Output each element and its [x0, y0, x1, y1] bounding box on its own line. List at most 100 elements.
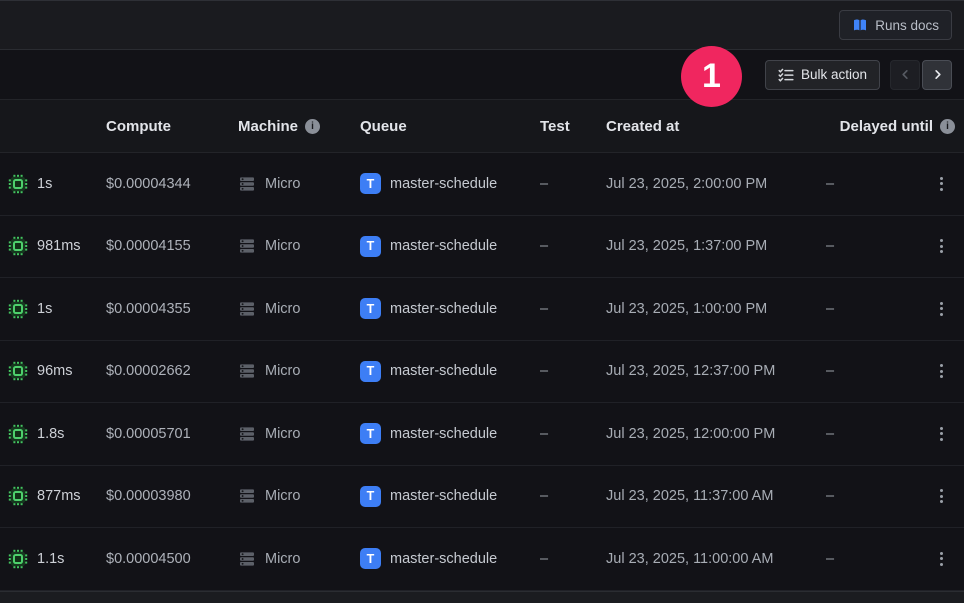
delayed-until-cell: – [826, 301, 918, 317]
machine-value: Micro [265, 488, 300, 504]
queue-cell: T master-schedule [360, 548, 540, 569]
queue-cell: T master-schedule [360, 236, 540, 257]
table-row[interactable]: 1.8s $0.00005701 [0, 403, 964, 466]
test-cell: – [540, 301, 606, 317]
row-menu-cell [918, 421, 964, 447]
table-row[interactable]: 96ms $0.00002662 [0, 341, 964, 404]
row-actions-menu-button[interactable] [934, 296, 949, 322]
duration-cell: 1.8s [0, 424, 106, 444]
created-at-cell: Jul 23, 2025, 12:00:00 PM [606, 426, 826, 442]
table-row[interactable]: 981ms $0.00004155 [0, 216, 964, 279]
task-queue-icon: T [360, 548, 381, 569]
table-row[interactable]: 1s $0.00004344 M [0, 153, 964, 216]
test-value: – [540, 238, 548, 254]
table-row[interactable]: 1.1s $0.00004500 [0, 528, 964, 591]
column-header-test: Test [540, 118, 606, 135]
column-header-queue-label: Queue [360, 118, 407, 135]
compute-cost-cell: $0.00004155 [106, 238, 238, 254]
server-stack-icon [238, 550, 256, 568]
duration-cell: 96ms [0, 361, 106, 381]
test-cell: – [540, 238, 606, 254]
task-queue-icon: T [360, 236, 381, 257]
created-at-cell: Jul 23, 2025, 1:00:00 PM [606, 301, 826, 317]
compute-cost-cell: $0.00004344 [106, 176, 238, 192]
delayed-until-value: – [826, 426, 834, 442]
row-actions-menu-button[interactable] [934, 483, 949, 509]
chevron-left-icon [900, 69, 911, 80]
chevron-right-icon [932, 69, 943, 80]
table-row[interactable]: 877ms $0.00003980 [0, 466, 964, 529]
bulk-action-button[interactable]: Bulk action [765, 60, 880, 90]
machine-value: Micro [265, 426, 300, 442]
row-menu-cell [918, 233, 964, 259]
test-cell: – [540, 426, 606, 442]
test-value: – [540, 551, 548, 567]
machine-cell: Micro [238, 362, 360, 380]
test-cell: – [540, 488, 606, 504]
row-actions-menu-button[interactable] [934, 358, 949, 384]
cpu-chip-icon [8, 424, 28, 444]
row-menu-cell [918, 171, 964, 197]
runs-docs-button[interactable]: Runs docs [839, 10, 952, 40]
table-row[interactable]: 1s $0.00004355 M [0, 278, 964, 341]
duration-value: 1s [37, 301, 52, 317]
queue-cell: T master-schedule [360, 173, 540, 194]
delayed-until-cell: – [826, 551, 918, 567]
row-actions-menu-button[interactable] [934, 233, 949, 259]
queue-cell: T master-schedule [360, 486, 540, 507]
compute-cost-cell: $0.00005701 [106, 426, 238, 442]
compute-cost-value: $0.00004155 [106, 238, 191, 254]
created-at-cell: Jul 23, 2025, 11:00:00 AM [606, 551, 826, 567]
task-queue-icon: T [360, 423, 381, 444]
top-bar: Runs docs [0, 0, 964, 50]
row-actions-menu-button[interactable] [934, 171, 949, 197]
row-actions-menu-button[interactable] [934, 546, 949, 572]
server-stack-icon [238, 237, 256, 255]
server-stack-icon [238, 362, 256, 380]
annotation-badge-1: 1 [681, 46, 742, 107]
delayed-until-cell: – [826, 426, 918, 442]
queue-value: master-schedule [390, 301, 497, 317]
delayed-until-value: – [826, 301, 834, 317]
duration-cell: 1s [0, 174, 106, 194]
annotation-badge-number: 1 [702, 57, 721, 96]
row-actions-menu-button[interactable] [934, 421, 949, 447]
runs-page: Runs docs Bulk action [0, 0, 964, 603]
duration-value: 96ms [37, 363, 72, 379]
queue-value: master-schedule [390, 551, 497, 567]
previous-page-button[interactable] [890, 60, 920, 90]
machine-cell: Micro [238, 300, 360, 318]
row-menu-cell [918, 483, 964, 509]
compute-cost-value: $0.00004500 [106, 551, 191, 567]
row-menu-cell [918, 546, 964, 572]
machine-cell: Micro [238, 237, 360, 255]
column-header-compute: Compute [106, 118, 238, 135]
machine-info-icon[interactable]: i [305, 119, 320, 134]
column-header-compute-label: Compute [106, 118, 171, 135]
duration-value: 981ms [37, 238, 81, 254]
queue-value: master-schedule [390, 488, 497, 504]
column-header-created-at: Created at [606, 118, 826, 135]
delayed-until-cell: – [826, 363, 918, 379]
machine-value: Micro [265, 176, 300, 192]
duration-value: 1s [37, 176, 52, 192]
test-value: – [540, 426, 548, 442]
column-header-delayed-until: Delayed until i [826, 118, 964, 135]
machine-cell: Micro [238, 487, 360, 505]
queue-cell: T master-schedule [360, 423, 540, 444]
duration-cell: 1.1s [0, 549, 106, 569]
task-queue-icon: T [360, 173, 381, 194]
next-page-button[interactable] [922, 60, 952, 90]
book-icon [852, 17, 868, 33]
test-value: – [540, 176, 548, 192]
server-stack-icon [238, 300, 256, 318]
compute-cost-cell: $0.00004355 [106, 301, 238, 317]
delayed-until-cell: – [826, 176, 918, 192]
duration-cell: 981ms [0, 236, 106, 256]
test-cell: – [540, 176, 606, 192]
table-header-row: Compute Machine i Queue Test Created at … [0, 100, 964, 153]
column-header-machine: Machine i [238, 118, 360, 135]
delayed-until-info-icon[interactable]: i [940, 119, 955, 134]
created-at-value: Jul 23, 2025, 2:00:00 PM [606, 176, 767, 192]
created-at-value: Jul 23, 2025, 12:37:00 PM [606, 363, 775, 379]
